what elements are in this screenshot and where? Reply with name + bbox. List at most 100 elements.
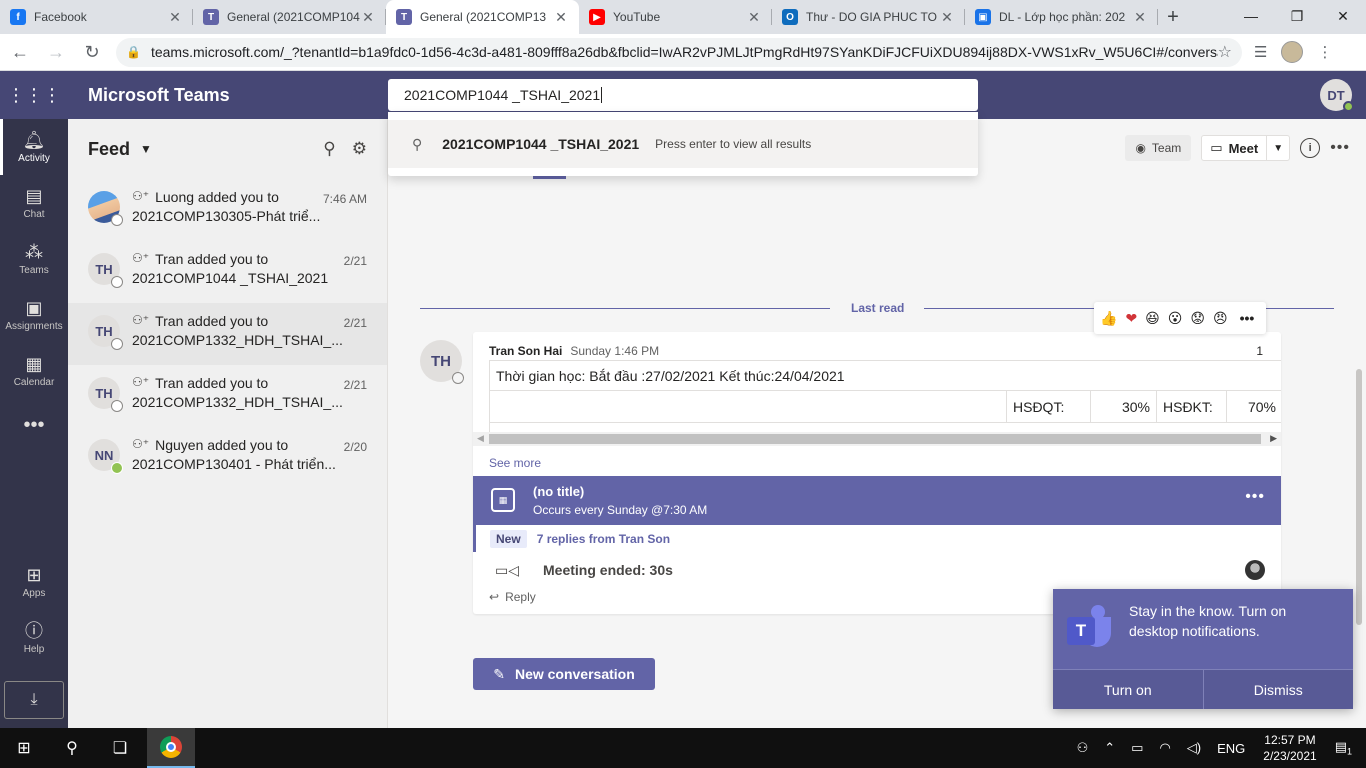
more-actions-icon[interactable]: ••• <box>1240 310 1255 326</box>
people-icon[interactable]: ⚇ <box>1077 740 1089 756</box>
battery-icon[interactable]: ▭ <box>1131 740 1143 756</box>
scroll-left-icon[interactable]: ◀ <box>477 433 484 444</box>
notification-center-icon[interactable]: ▤1 <box>1335 739 1352 757</box>
rail-item-teams[interactable]: ⁂ Teams <box>0 231 68 287</box>
browser-menu-icon[interactable]: ⋮ <box>1317 43 1332 61</box>
outlook-icon: O <box>782 9 798 25</box>
participant-avatar[interactable] <box>1245 560 1265 580</box>
browser-tab[interactable]: ▶ YouTube ✕ <box>579 0 772 34</box>
more-options-icon[interactable]: ••• <box>1330 139 1350 157</box>
replies-link[interactable]: 7 replies from Tran Son <box>537 532 670 546</box>
meet-button[interactable]: ▭ Meet ▼ <box>1201 135 1291 161</box>
apps-icon: ⊞ <box>26 564 42 585</box>
reload-icon[interactable]: ↻ <box>76 42 108 63</box>
chevron-down-icon[interactable]: ▼ <box>140 142 152 156</box>
close-tab-icon[interactable]: ✕ <box>167 9 183 26</box>
bookmark-star-icon[interactable]: ☆ <box>1218 42 1232 62</box>
close-tab-icon[interactable]: ✕ <box>553 9 569 26</box>
heart-icon[interactable]: ❤ <box>1125 310 1137 327</box>
info-icon[interactable]: i <box>1300 138 1321 158</box>
rail-item-chat[interactable]: ▤ Chat <box>0 175 68 231</box>
search-input[interactable]: 2021COMP1044 _TSHAI_2021 <box>388 79 978 111</box>
rail-item-calendar[interactable]: ▦ Calendar <box>0 343 68 399</box>
search-suggestion-item[interactable]: ⚲ 2021COMP1044 _TSHAI_2021 Press enter t… <box>388 120 978 168</box>
vertical-scrollbar[interactable] <box>1356 369 1362 625</box>
user-avatar[interactable]: DT <box>1320 79 1354 112</box>
avatar[interactable]: TH <box>420 340 464 384</box>
reaction-count[interactable]: 1 <box>1256 344 1263 358</box>
forward-icon[interactable]: → <box>40 42 72 63</box>
clock-time: 12:57 PM <box>1264 733 1316 747</box>
filter-icon[interactable]: ⚲ <box>323 139 335 159</box>
reading-list-icon[interactable]: ☰ <box>1254 43 1267 61</box>
rail-item-apps[interactable]: ⊞ Apps <box>0 554 68 610</box>
task-view-icon[interactable]: ❏ <box>96 728 144 768</box>
search-value[interactable]: 2021COMP1044 _TSHAI_2021 <box>404 87 600 103</box>
more-options-icon[interactable]: ••• <box>1245 488 1265 506</box>
address-bar[interactable]: 🔒 teams.microsoft.com/_?tenantId=b1a9fdc… <box>116 37 1242 67</box>
horizontal-scrollbar[interactable]: ◀ ▶ <box>473 432 1281 446</box>
close-window-button[interactable]: ✕ <box>1320 0 1366 32</box>
clock[interactable]: 12:57 PM 2/23/2021 <box>1263 732 1316 764</box>
chrome-taskbar-button[interactable] <box>147 728 195 768</box>
app-launcher-icon[interactable]: ⋮⋮⋮ <box>0 85 68 106</box>
lock-icon[interactable]: 🔒 <box>126 45 141 59</box>
user-initials: DT <box>1327 87 1345 103</box>
new-conversation-button[interactable]: ✎ New conversation <box>473 658 655 690</box>
gear-icon[interactable]: ⚙ <box>352 139 367 159</box>
scrollbar-thumb[interactable] <box>489 434 1261 444</box>
feed-item[interactable]: TH ⚇⁺ Tran added you to 2021COMP1332_HDH_TS… <box>68 365 387 427</box>
meeting-card[interactable]: ▦ (no title) Occurs every Sunday @7:30 A… <box>473 476 1281 525</box>
rail-item-help[interactable]: ⓘ Help <box>0 610 68 666</box>
tab-title: DL - Lớp học phần: 202 <box>999 10 1126 24</box>
browser-tab[interactable]: O Thư - DO GIA PHUC TO ✕ <box>772 0 965 34</box>
see-more-link[interactable]: See more <box>489 456 541 470</box>
feed-item[interactable]: NN ⚇⁺ Nguyen added you to 2021COMP130401 - … <box>68 427 387 489</box>
download-app-icon[interactable]: ⤓ <box>4 681 64 719</box>
new-tab-button[interactable]: + <box>1158 0 1188 34</box>
laugh-icon[interactable]: 😆 <box>1145 310 1160 327</box>
dismiss-button[interactable]: Dismiss <box>1202 670 1353 709</box>
browser-tab[interactable]: f Facebook ✕ <box>0 0 193 34</box>
chevron-up-icon[interactable]: ⌃ <box>1104 740 1115 756</box>
chevron-down-icon[interactable]: ▼ <box>1267 143 1289 154</box>
replies-summary[interactable]: New 7 replies from Tran Son <box>473 525 1281 552</box>
avatar-initials: TH <box>95 261 113 277</box>
feed-item[interactable]: ⚇⁺ Luong added you to 2021COMP130305-Phát … <box>68 179 387 241</box>
language-indicator[interactable]: ENG <box>1217 741 1245 756</box>
reply-button[interactable]: ↩ Reply <box>489 590 536 604</box>
browser-tab[interactable]: T General (2021COMP104 ✕ <box>193 0 386 34</box>
sad-icon[interactable]: 😟 <box>1190 310 1205 327</box>
feed-item[interactable]: TH ⚇⁺ Tran added you to 2021COMP1044 _TSHAI… <box>68 241 387 303</box>
rail-item-assignments[interactable]: ▣ Assignments <box>0 287 68 343</box>
close-tab-icon[interactable]: ✕ <box>1132 9 1148 26</box>
turn-on-button[interactable]: Turn on <box>1053 670 1203 709</box>
restore-button[interactable]: ❐ <box>1274 0 1320 32</box>
surprised-icon[interactable]: 😮 <box>1168 310 1183 327</box>
wifi-icon[interactable]: ◠ <box>1159 740 1170 756</box>
feed-item[interactable]: TH ⚇⁺ Tran added you to 2021COMP1332_HDH_TS… <box>68 303 387 365</box>
profile-avatar[interactable] <box>1281 41 1304 63</box>
meet-now-button[interactable]: ▭ Meet <box>1202 136 1268 160</box>
rail-item-more[interactable]: ••• <box>0 399 68 455</box>
post-author[interactable]: Tran Son Hai <box>489 344 562 358</box>
team-button[interactable]: ◉ Team <box>1125 135 1192 161</box>
angry-icon[interactable]: 😠 <box>1213 310 1228 327</box>
minimize-button[interactable]: — <box>1228 0 1274 32</box>
search-icon[interactable]: ⚲ <box>48 728 96 768</box>
rail-item-activity[interactable]: 🔔︎ Activity <box>0 119 68 175</box>
browser-tab[interactable]: ▣ DL - Lớp học phần: 202 ✕ <box>965 0 1158 34</box>
url-text[interactable]: teams.microsoft.com/_?tenantId=b1a9fdc0-… <box>151 44 1218 60</box>
close-tab-icon[interactable]: ✕ <box>939 9 955 26</box>
browser-toolbar: ← → ↻ 🔒 teams.microsoft.com/_?tenantId=b… <box>0 34 1366 71</box>
browser-tab[interactable]: T General (2021COMP13 ✕ <box>386 0 579 34</box>
close-tab-icon[interactable]: ✕ <box>360 9 376 26</box>
scroll-right-icon[interactable]: ▶ <box>1270 433 1277 444</box>
feed-title[interactable]: Feed <box>88 139 130 160</box>
back-icon[interactable]: ← <box>4 42 36 63</box>
windows-start-icon[interactable]: ⊞ <box>0 728 48 768</box>
volume-icon[interactable]: ◁) <box>1187 740 1201 756</box>
like-icon[interactable]: 👍 <box>1100 310 1117 327</box>
close-tab-icon[interactable]: ✕ <box>746 9 762 26</box>
meeting-ended-row: ▭◁ Meeting ended: 30s <box>473 555 1281 585</box>
